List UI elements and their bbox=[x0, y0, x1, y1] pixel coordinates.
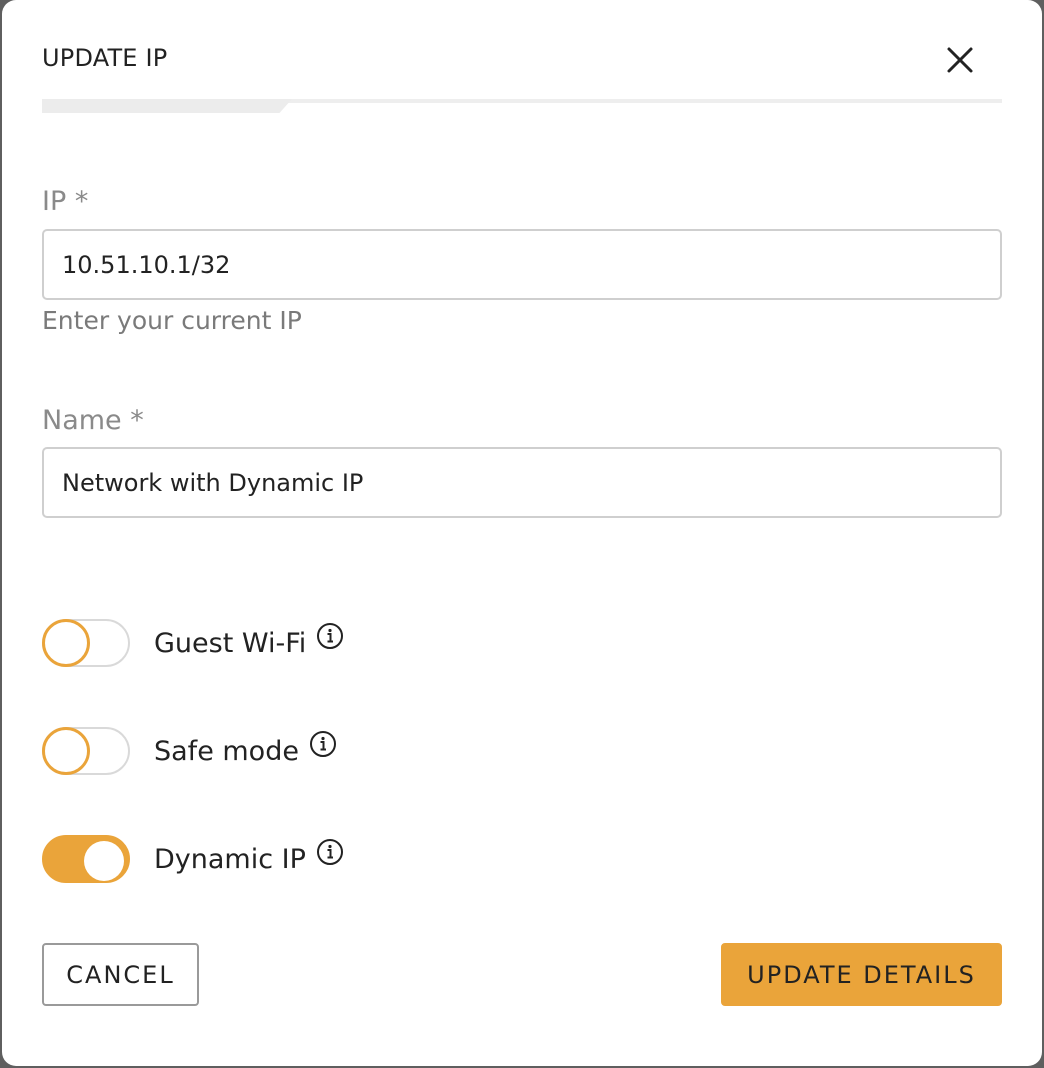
guest-wifi-info-icon[interactable] bbox=[316, 622, 344, 650]
dynamic-ip-toggle[interactable] bbox=[42, 835, 130, 883]
guest-wifi-label: Guest Wi-Fi bbox=[154, 627, 307, 659]
ip-label: IP * bbox=[42, 186, 89, 217]
toggle-knob bbox=[84, 841, 124, 881]
guest-wifi-toggle[interactable] bbox=[42, 619, 130, 667]
cancel-button[interactable]: CANCEL bbox=[42, 943, 199, 1006]
safe-mode-info-icon[interactable] bbox=[309, 730, 337, 758]
safe-mode-row: Safe mode bbox=[42, 726, 337, 776]
close-icon bbox=[947, 47, 973, 73]
guest-wifi-row: Guest Wi-Fi bbox=[42, 618, 344, 668]
safe-mode-toggle[interactable] bbox=[42, 727, 130, 775]
name-input[interactable] bbox=[42, 447, 1002, 518]
toggle-knob bbox=[42, 619, 90, 667]
ip-input[interactable] bbox=[42, 229, 1002, 300]
dynamic-ip-row: Dynamic IP bbox=[42, 834, 344, 884]
update-details-button[interactable]: UPDATE DETAILS bbox=[721, 943, 1002, 1006]
safe-mode-label: Safe mode bbox=[154, 735, 299, 767]
dialog-title: UPDATE IP bbox=[42, 44, 168, 72]
dynamic-ip-label: Dynamic IP bbox=[154, 843, 306, 875]
update-ip-dialog: UPDATE IP IP * Enter your current IP Nam… bbox=[2, 0, 1042, 1066]
toggle-knob bbox=[42, 727, 90, 775]
name-label: Name * bbox=[42, 405, 144, 436]
progress-fill bbox=[42, 99, 292, 113]
close-button[interactable] bbox=[940, 40, 980, 80]
dynamic-ip-info-icon[interactable] bbox=[316, 838, 344, 866]
ip-helper-text: Enter your current IP bbox=[42, 306, 302, 335]
